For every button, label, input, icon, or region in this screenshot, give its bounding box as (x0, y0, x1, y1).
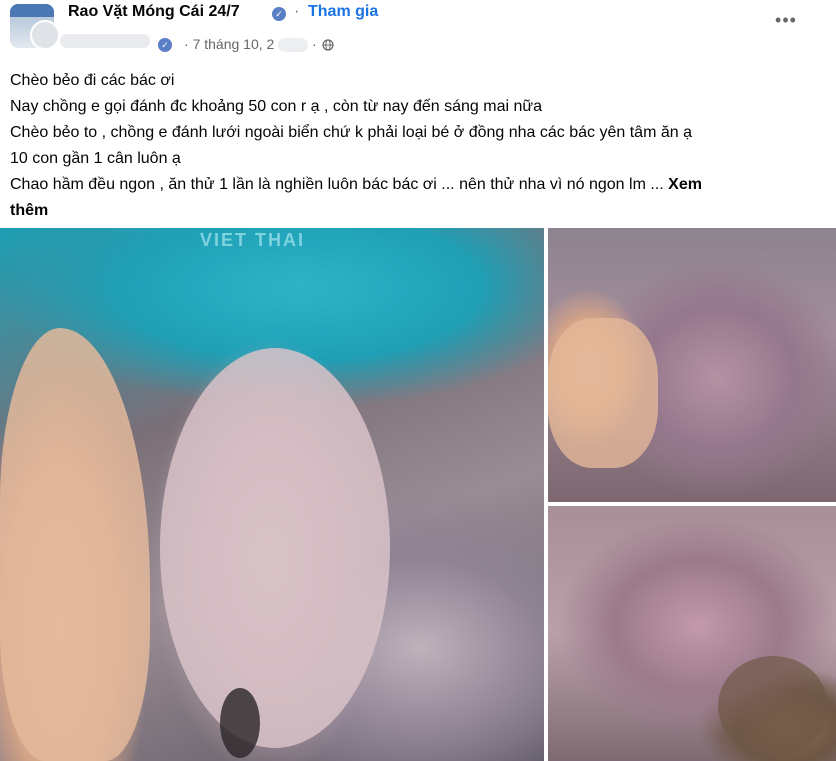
more-options-icon[interactable]: ••• (770, 6, 802, 38)
bird-shape (160, 348, 390, 748)
verified-group-badge-icon: ✓ (272, 7, 286, 21)
bird-feet-shape (220, 688, 260, 758)
timestamp-redacted (278, 38, 308, 52)
post-line: Nay chồng e gọi đánh đc khoảng 50 con r … (10, 98, 542, 115)
photo-main[interactable]: VIET THAI (0, 228, 544, 761)
post-line-last: Chao hầm đều ngon , ăn thử 1 lần là nghi… (10, 172, 810, 198)
post-body: Chèo bẻo đi các bác ơi Nay chồng e gọi đ… (10, 68, 810, 224)
timestamp-dot: · (184, 36, 189, 52)
post-line: Chèo bẻo đi các bác ơi (10, 72, 175, 89)
timestamp-text: 7 tháng 10, 2 (192, 36, 275, 52)
see-more-link[interactable]: Xem (668, 176, 702, 193)
globe-icon[interactable] (322, 39, 334, 51)
author-avatar[interactable] (30, 20, 60, 50)
hand-shape (0, 328, 150, 761)
join-group-button[interactable]: Tham gia (308, 3, 378, 21)
photo-top-right[interactable] (548, 228, 836, 502)
meta-separator: · (312, 36, 317, 52)
post-line-see-more: thêm (10, 198, 810, 224)
group-name-link[interactable]: Rao Vặt Móng Cái 24/7 (68, 3, 240, 21)
photo-bottom-right[interactable] (548, 506, 836, 761)
post-timestamp[interactable]: · 7 tháng 10, 2 (184, 36, 274, 52)
hand-shape (548, 318, 658, 468)
see-more-link-continued[interactable]: thêm (10, 202, 48, 219)
header-separator: · (294, 3, 300, 20)
dish-shape (718, 656, 828, 756)
photo-grid: VIET THAI (0, 228, 836, 761)
author-name-redacted[interactable] (60, 34, 150, 48)
group-avatar-banner (10, 4, 54, 17)
post-line: 10 con gần 1 cân luôn ạ (10, 150, 181, 167)
post-header: Rao Vặt Móng Cái 24/7 ✓ · Tham gia ✓ · 7… (0, 0, 836, 62)
post-line-text: Chao hầm đều ngon , ăn thử 1 lần là nghi… (10, 176, 664, 193)
author-badge-icon: ✓ (158, 38, 172, 52)
post-line: Chèo bẻo to , chồng e đánh lưới ngoài bi… (10, 124, 692, 141)
basin-print-text: VIET THAI (200, 230, 306, 250)
